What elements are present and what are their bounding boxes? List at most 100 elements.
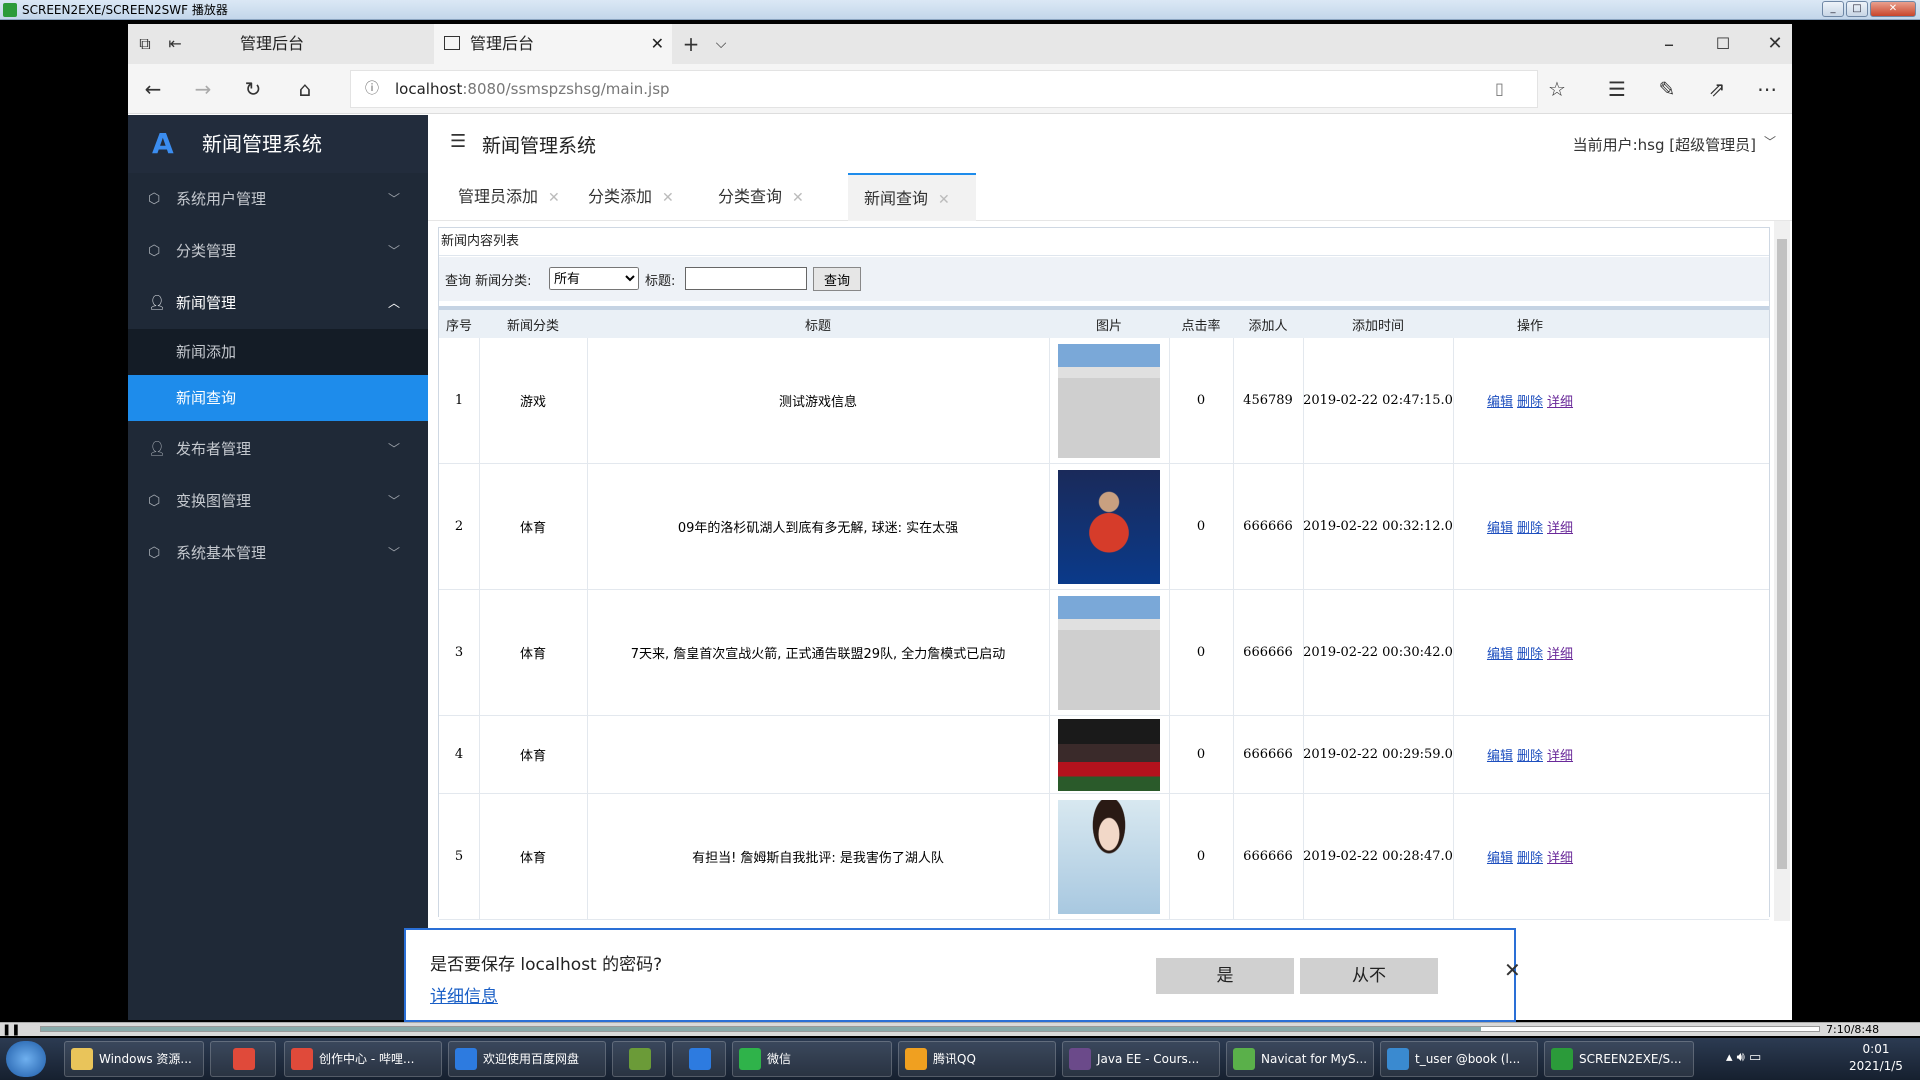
window-minimize-icon[interactable]: – <box>1654 29 1684 59</box>
chevron-down-icon: ﹀ <box>387 442 400 456</box>
home-icon[interactable]: ⌂ <box>290 74 320 104</box>
details-link[interactable]: 详细信息 <box>430 982 498 1007</box>
menu-publisher[interactable]: 👤︎ 发布者管理 ﹀ <box>128 423 428 475</box>
edit-link[interactable]: 编辑 <box>1487 391 1513 410</box>
page-tab-strip: 管理员添加 ✕ 分类添加 ✕ 分类查询 ✕ 新闻查询 ✕ <box>428 173 1792 221</box>
tab-news-query[interactable]: 新闻查询 ✕ <box>848 173 976 221</box>
close-button[interactable]: ✕ <box>1870 1 1916 17</box>
tab-category-query[interactable]: 分类查询 ✕ <box>718 173 818 221</box>
start-button[interactable] <box>6 1041 46 1077</box>
browser-tab-1[interactable]: 管理后台 <box>208 24 434 64</box>
detail-link[interactable]: 详细 <box>1547 517 1573 536</box>
app-icon <box>455 1048 477 1070</box>
taskbar-item[interactable] <box>672 1041 726 1077</box>
delete-link[interactable]: 删除 <box>1517 643 1543 662</box>
category-select[interactable]: 所有 <box>549 267 639 290</box>
taskbar-item[interactable]: Windows 资源... <box>64 1041 204 1077</box>
taskbar-item[interactable]: Java EE - Cours... <box>1062 1041 1220 1077</box>
menu-toggle-icon[interactable]: ☰ <box>450 131 466 152</box>
minimize-button[interactable]: _ <box>1822 1 1844 17</box>
favorite-star-icon[interactable]: ☆ <box>1542 74 1572 104</box>
menu-system-basic[interactable]: ⬡ 系统基本管理 ﹀ <box>128 527 428 579</box>
taskbar-item[interactable]: SCREEN2EXE/S... <box>1544 1041 1694 1077</box>
user-chevron-down-icon[interactable]: ﹀ <box>1764 133 1776 150</box>
detail-link[interactable]: 详细 <box>1547 847 1573 866</box>
title-search-input[interactable] <box>685 267 807 290</box>
menu-system-users[interactable]: ⬡ 系统用户管理 ﹀ <box>128 173 428 225</box>
save-yes-button[interactable]: 是 <box>1156 958 1294 994</box>
close-tab-icon[interactable]: ✕ <box>651 24 664 64</box>
taskbar-item[interactable]: Navicat for MyS... <box>1226 1041 1374 1077</box>
app-icon <box>1233 1048 1255 1070</box>
browser-tab-2[interactable]: 管理后台 ✕ <box>434 24 672 64</box>
tab-label: 管理员添加 <box>458 187 539 206</box>
taskbar-item[interactable] <box>612 1041 666 1077</box>
app-icon <box>1387 1048 1409 1070</box>
cell-clicks: 0 <box>1196 645 1206 660</box>
submenu-news-query[interactable]: 新闻查询 <box>128 375 428 421</box>
tab-close-icon[interactable]: ✕ <box>548 190 560 206</box>
taskbar-item-label: 腾讯QQ <box>933 1052 976 1066</box>
submenu-news-add[interactable]: 新闻添加 <box>128 329 428 375</box>
window-maximize-icon[interactable]: ☐ <box>1708 29 1738 59</box>
forward-icon[interactable]: → <box>188 74 218 104</box>
pen-icon[interactable]: ✎ <box>1652 74 1682 104</box>
tab-close-icon[interactable]: ✕ <box>662 190 674 206</box>
address-bar[interactable]: ⓘ localhost:8080/ssmspzshsg/main.jsp ▯ <box>350 70 1538 108</box>
taskbar-item[interactable]: 创作中心 - 哔哩... <box>284 1041 442 1077</box>
tab-category-add[interactable]: 分类添加 ✕ <box>588 173 688 221</box>
reading-view-icon[interactable]: ▯ <box>1495 71 1504 107</box>
tab-close-icon[interactable]: ✕ <box>792 190 804 206</box>
player-progress-bar[interactable]: ❚❚ 7:10/8:48 <box>0 1022 1920 1036</box>
delete-link[interactable]: 删除 <box>1517 745 1543 764</box>
edit-link[interactable]: 编辑 <box>1487 847 1513 866</box>
taskbar-item[interactable]: 腾讯QQ <box>898 1041 1056 1077</box>
share-icon[interactable]: ⇗ <box>1702 74 1732 104</box>
taskbar-item[interactable]: 欢迎使用百度网盘 <box>448 1041 606 1077</box>
clock-date: 2021/1/5 <box>1849 1059 1903 1073</box>
favorites-hub-icon[interactable]: ☰ <box>1602 74 1632 104</box>
back-icon[interactable]: ← <box>138 74 168 104</box>
detail-link[interactable]: 详细 <box>1547 745 1573 764</box>
taskbar-item[interactable]: 微信 <box>732 1041 892 1077</box>
tab-close-icon[interactable]: ✕ <box>938 192 950 208</box>
delete-link[interactable]: 删除 <box>1517 517 1543 536</box>
menu-category[interactable]: ⬡ 分类管理 ﹀ <box>128 225 428 277</box>
set-aside-tabs-icon[interactable]: ⇤ <box>160 29 190 59</box>
detail-link[interactable]: 详细 <box>1547 391 1573 410</box>
delete-link[interactable]: 删除 <box>1517 847 1543 866</box>
delete-link[interactable]: 删除 <box>1517 391 1543 410</box>
detail-link[interactable]: 详细 <box>1547 643 1573 662</box>
taskbar-item-label: 欢迎使用百度网盘 <box>483 1052 580 1066</box>
progress-track[interactable] <box>40 1026 1820 1032</box>
new-tab-icon[interactable]: + <box>676 29 706 59</box>
pause-icon[interactable]: ❚❚ <box>2 1023 20 1036</box>
menu-news[interactable]: 👤︎ 新闻管理 ︿ <box>128 277 428 329</box>
more-icon[interactable]: ⋯ <box>1752 74 1782 104</box>
scrollbar-thumb[interactable] <box>1777 239 1787 869</box>
refresh-icon[interactable]: ↻ <box>238 74 268 104</box>
tab-manager-icon[interactable]: ⧉ <box>130 29 160 59</box>
save-never-button[interactable]: 从不 <box>1300 958 1438 994</box>
edit-link[interactable]: 编辑 <box>1487 745 1513 764</box>
window-close-icon[interactable]: ✕ <box>1760 29 1790 59</box>
maximize-button[interactable]: □ <box>1846 1 1868 17</box>
cell-category: 体育 <box>519 749 546 764</box>
taskbar-item[interactable]: t_user @book (l... <box>1380 1041 1538 1077</box>
edit-link[interactable]: 编辑 <box>1487 517 1513 536</box>
chevron-down-icon: ﹀ <box>387 494 400 508</box>
menu-carousel[interactable]: ⬡ 变换图管理 ﹀ <box>128 475 428 527</box>
taskbar-item[interactable] <box>210 1041 276 1077</box>
edit-link[interactable]: 编辑 <box>1487 643 1513 662</box>
scrollbar[interactable] <box>1774 221 1790 921</box>
current-user[interactable]: 当前用户:hsg [超级管理员] <box>1573 134 1756 155</box>
close-icon[interactable]: ✕ <box>1504 958 1521 982</box>
tab-list-chevron-icon[interactable]: ⌵ <box>706 29 736 59</box>
tray-icons[interactable]: ▴ 🔊︎ ▭ <box>1726 1050 1761 1065</box>
clock-time: 0:01 <box>1862 1042 1890 1056</box>
cell-ops: 编辑 删除 详细 <box>1453 716 1607 793</box>
query-button[interactable]: 查询 <box>813 267 861 291</box>
app-icon <box>1069 1048 1091 1070</box>
tab-admin-add[interactable]: 管理员添加 ✕ <box>458 173 578 221</box>
cell-time: 2019-02-22 00:29:59.0 <box>1303 747 1453 762</box>
